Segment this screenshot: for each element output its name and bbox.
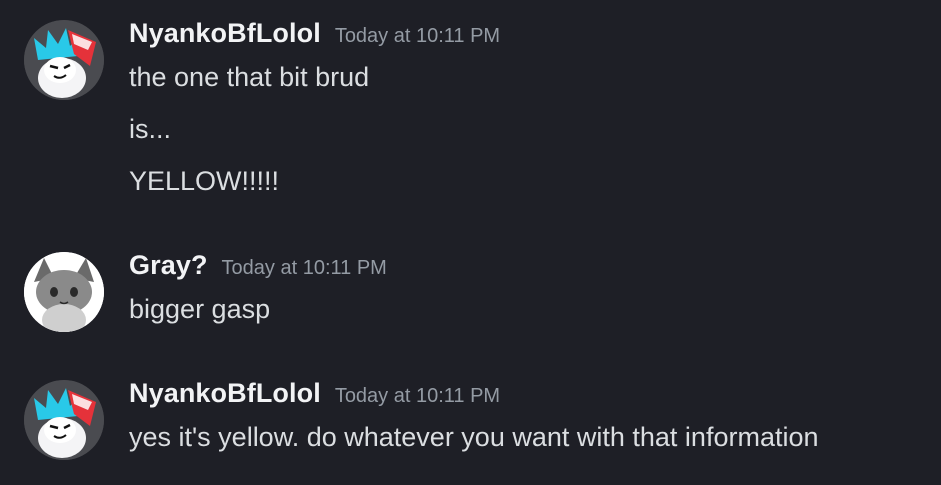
message-text: bigger gasp [129, 294, 271, 324]
timestamp[interactable]: Today at 10:11 PM [222, 257, 387, 279]
nyanko-bf-avatar-icon[interactable] [24, 20, 104, 100]
message-text: the one that bit brud [129, 62, 370, 92]
message-header: NyankoBfLolol Today at 10:11 PM [129, 378, 500, 409]
username[interactable]: NyankoBfLolol [129, 18, 321, 48]
username[interactable]: Gray? [129, 250, 208, 280]
chat-message-list: NyankoBfLolol Today at 10:11 PM the one t… [0, 0, 941, 485]
message-text: yes it's yellow. do whatever you want wi… [129, 422, 819, 452]
gray-cat-avatar-icon[interactable] [24, 252, 104, 332]
message-header: Gray? Today at 10:11 PM [129, 250, 387, 281]
timestamp[interactable]: Today at 10:11 PM [335, 385, 500, 407]
message-text: YELLOW!!!!! [129, 166, 280, 196]
message-header: NyankoBfLolol Today at 10:11 PM [129, 18, 500, 49]
message-text: is... [129, 114, 172, 144]
timestamp[interactable]: Today at 10:11 PM [335, 25, 500, 47]
username[interactable]: NyankoBfLolol [129, 378, 321, 408]
nyanko-bf-avatar-icon[interactable] [24, 380, 104, 460]
